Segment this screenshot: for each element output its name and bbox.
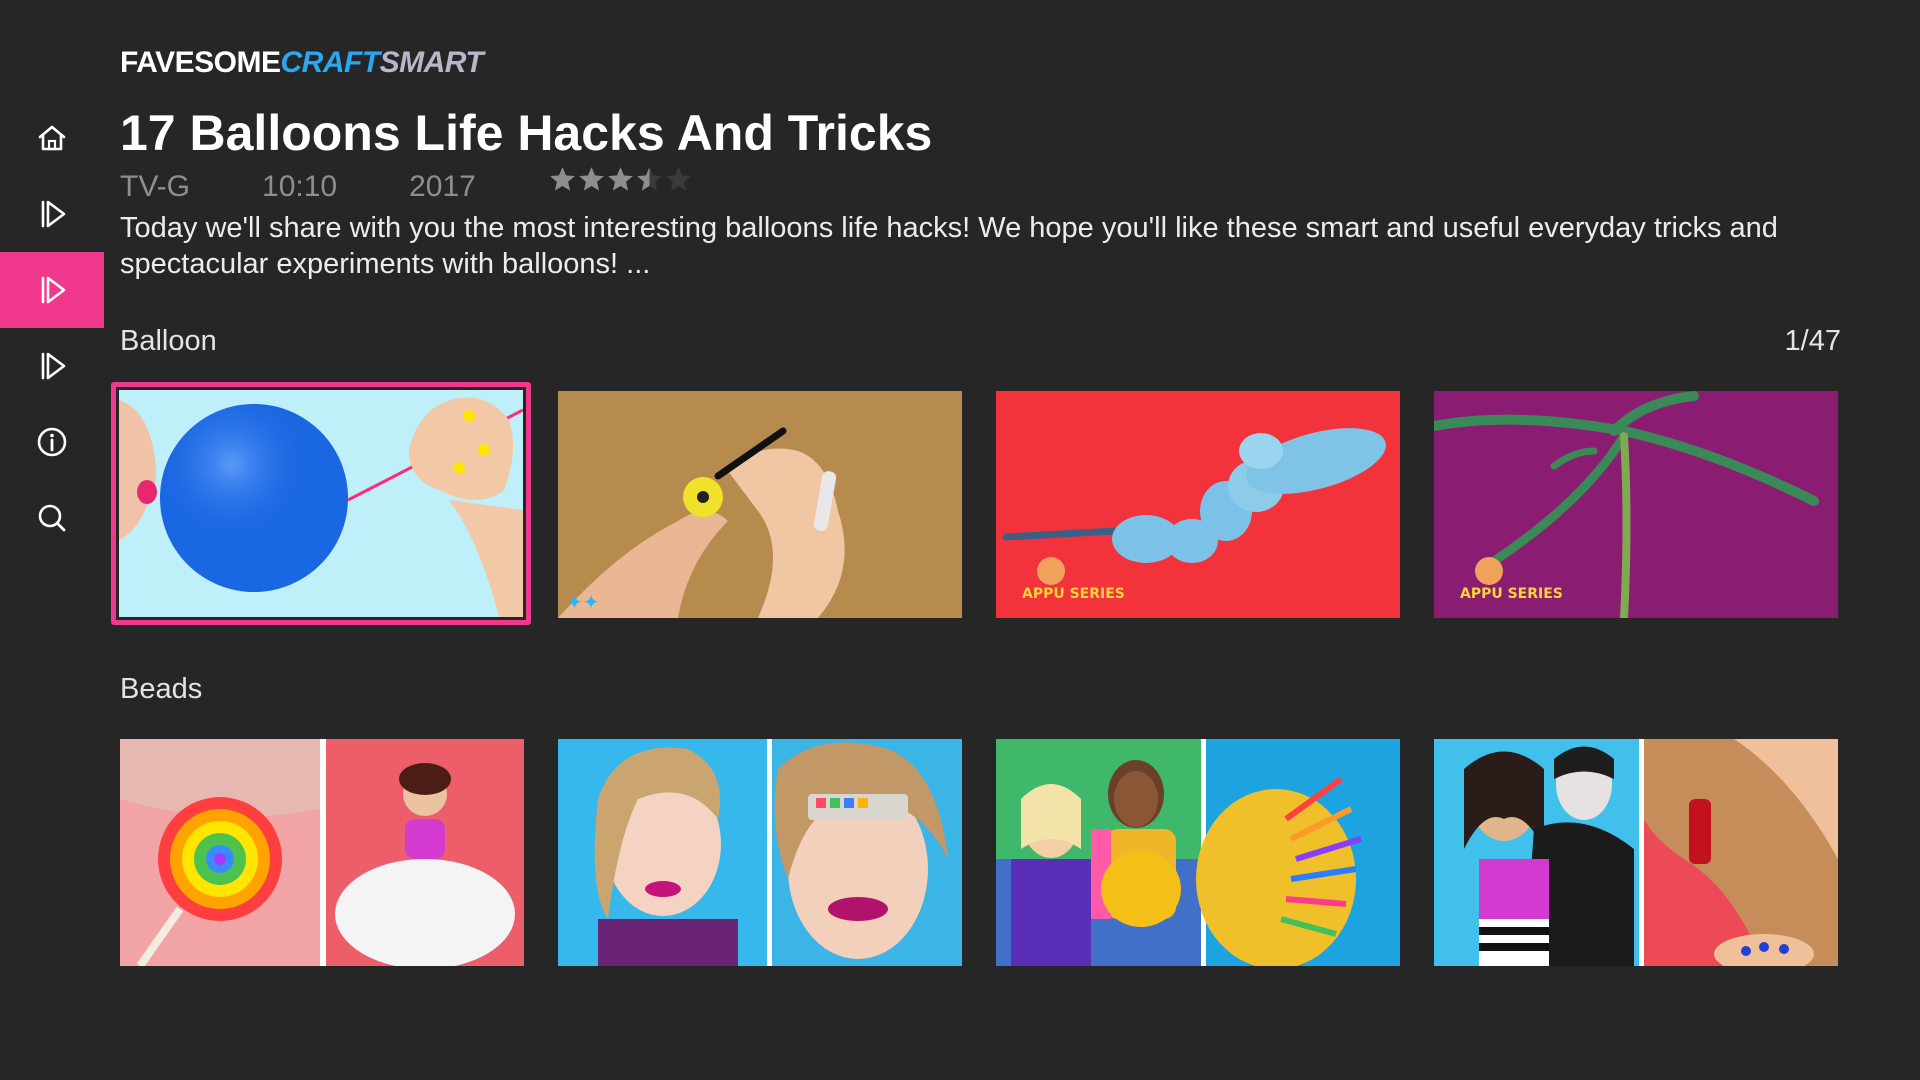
lollipop-image bbox=[120, 739, 524, 966]
content-rating: TV-G bbox=[120, 170, 191, 203]
video-title: 17 Balloons Life Hacks And Tricks bbox=[120, 105, 933, 161]
brand-logo-part2: CRAFT bbox=[280, 46, 380, 79]
balloon-tree-image: APPU SERIES bbox=[1434, 391, 1838, 618]
star-icon bbox=[637, 166, 662, 191]
sidebar-item-search[interactable] bbox=[0, 480, 104, 556]
vampire-thumbnail[interactable] bbox=[1434, 739, 1838, 966]
brand-logo-part1: FAVESOME bbox=[120, 46, 281, 79]
sidebar-item-home[interactable] bbox=[0, 100, 104, 176]
video-meta: TV-G 10:10 2017 bbox=[120, 166, 693, 204]
star-icon bbox=[666, 166, 691, 191]
sidebar-item-play-1[interactable] bbox=[0, 176, 104, 252]
svg-text:APPU SERIES: APPU SERIES bbox=[1022, 586, 1125, 602]
star-icon bbox=[550, 166, 575, 191]
svg-text:✦✦: ✦✦ bbox=[566, 590, 600, 614]
star-icon bbox=[608, 166, 633, 191]
balloon-drawing-thumbnail[interactable]: ✦✦ bbox=[558, 391, 962, 618]
brand-logo: FAVESOMECRAFTSMART bbox=[120, 46, 484, 80]
balloon-dog-thumbnail[interactable]: APPU SERIES bbox=[996, 391, 1400, 618]
play-icon bbox=[41, 200, 66, 228]
play-icon bbox=[41, 352, 66, 380]
balloon-blow-image bbox=[119, 390, 523, 617]
search-icon bbox=[38, 504, 66, 532]
release-year: 2017 bbox=[409, 170, 476, 203]
sidebar-item-play-2[interactable] bbox=[0, 252, 104, 328]
balloon-blow-thumbnail[interactable] bbox=[119, 390, 523, 617]
star-icon bbox=[579, 166, 604, 191]
lollipop-thumbnail[interactable] bbox=[120, 739, 524, 966]
row-label-beads: Beads bbox=[120, 673, 203, 705]
svg-text:APPU SERIES: APPU SERIES bbox=[1460, 586, 1563, 602]
video-description: Today we'll share with you the most inte… bbox=[120, 212, 1778, 280]
vampire-image bbox=[1434, 739, 1838, 966]
sidebar-item-info[interactable] bbox=[0, 404, 104, 480]
balloon-tree-thumbnail[interactable]: APPU SERIES bbox=[1434, 391, 1838, 618]
app-window: FAVESOMECRAFTSMART 17 Balloons Life Hack… bbox=[0, 0, 1920, 1080]
play-icon bbox=[41, 276, 66, 304]
balloon-drawing-image: ✦✦ bbox=[558, 391, 962, 618]
brand-logo-part3: SMART bbox=[379, 46, 484, 79]
info-icon bbox=[37, 427, 67, 457]
sidebar-nav bbox=[0, 100, 104, 556]
makeup-thumbnail[interactable] bbox=[558, 739, 962, 966]
sidebar-item-play-3[interactable] bbox=[0, 328, 104, 404]
pregnant-hack-image bbox=[996, 739, 1400, 966]
makeup-image bbox=[558, 739, 962, 966]
row-label-balloon: Balloon bbox=[120, 325, 217, 357]
home-icon bbox=[38, 125, 66, 151]
video-duration: 10:10 bbox=[262, 170, 338, 203]
balloon-dog-image: APPU SERIES bbox=[996, 391, 1400, 618]
pregnant-hack-thumbnail[interactable] bbox=[996, 739, 1400, 966]
row-item-counter: 1/47 bbox=[1784, 325, 1841, 357]
star-rating bbox=[548, 165, 693, 202]
